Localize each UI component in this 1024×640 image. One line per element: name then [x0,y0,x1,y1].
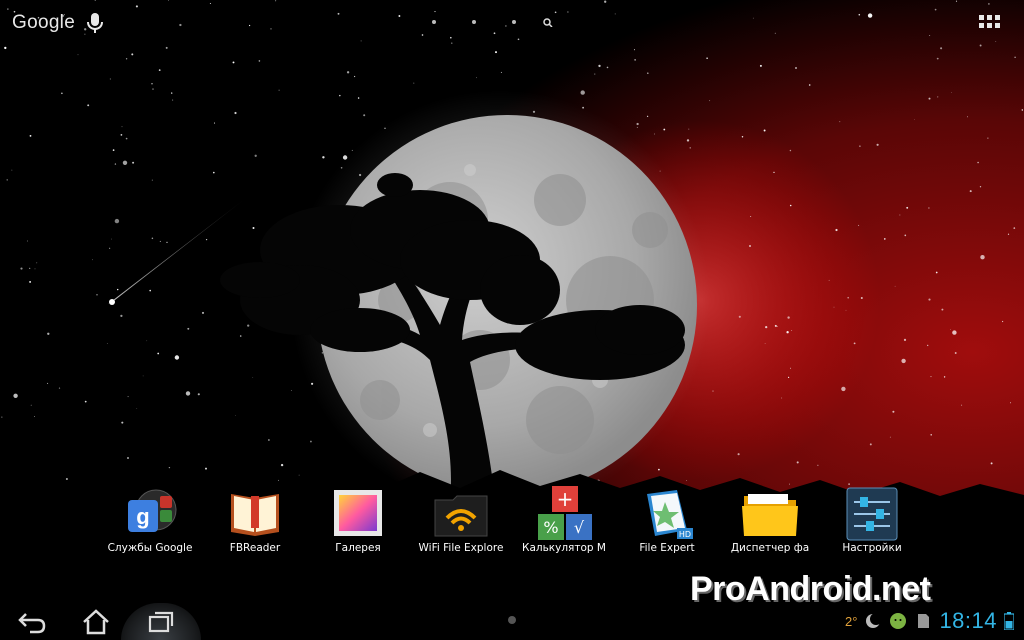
page-indicator [432,18,553,27]
all-apps-button[interactable] [978,12,1002,36]
app-settings[interactable]: Настройки [822,482,922,560]
clock: 18:14 [939,608,997,633]
app-label: Калькулятор М [522,542,606,554]
microphone-icon[interactable] [85,11,105,35]
svg-text:HD: HD [679,530,691,539]
app-wifi-file-explorer[interactable]: WiFi File Explore [411,482,511,560]
settings-sliders-icon [846,487,898,541]
app-label: FBReader [229,542,281,554]
book-icon [231,494,279,536]
app-calculator[interactable]: + % √ Калькулятор М [514,482,614,560]
temperature: 2° [845,613,858,629]
moon-weather-icon [866,613,883,628]
svg-text:√: √ [574,518,585,537]
file-expert-icon: HD [647,490,693,539]
app-label: Диспетчер фа [730,542,810,554]
recents-button[interactable] [141,606,181,636]
wifi-icon [434,495,488,537]
home-button[interactable] [76,606,116,636]
app-file-expert[interactable]: HD File Expert [617,482,717,560]
app-fbreader[interactable]: FBReader [205,482,305,560]
app-label: Настройки [842,542,902,554]
folder-icon [742,494,798,536]
home-icon [83,609,109,635]
gallery-icon [334,490,382,536]
app-gallery[interactable]: Галерея [308,482,408,560]
app-label: File Expert [639,542,695,554]
google-services-icon: g [128,489,177,532]
calculator-icon: + % √ [538,486,592,540]
watermark: ProAndroid.net [690,570,931,608]
app-dock: g Службы Google FBReader Галерея WiFi Fi… [100,482,920,562]
page-dot [508,616,516,624]
app-label: WiFi File Explore [418,542,504,554]
apps-grid-icon [979,15,1000,28]
back-icon [18,613,46,634]
app-google-services[interactable]: g Службы Google [100,482,200,560]
google-label: Google [12,12,76,33]
svg-text:+: + [557,487,574,511]
app-label: Службы Google [107,542,193,554]
svg-text:%: % [543,518,558,537]
svg-text:g: g [136,504,149,529]
app-label: Галерея [335,542,381,554]
sd-card-icon [918,614,930,628]
app-file-manager[interactable]: Диспетчер фа [720,482,820,560]
android-icon [890,613,907,629]
status-area[interactable]: 2° 18:14 [845,606,1024,636]
back-button[interactable] [12,606,52,636]
recent-apps-icon [148,611,174,633]
battery-icon [1004,612,1014,630]
top-bar: Google [0,0,1024,44]
google-search-bar[interactable]: Google [12,10,105,36]
